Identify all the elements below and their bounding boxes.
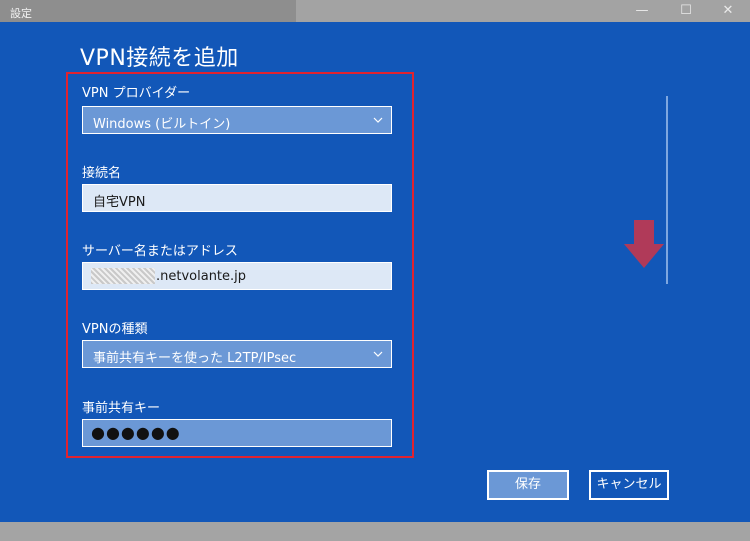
window-title: 設定: [10, 7, 32, 20]
minimize-button[interactable]: —: [624, 0, 660, 22]
cancel-button[interactable]: キャンセル: [589, 470, 669, 500]
titlebar-background: 設定: [0, 0, 296, 22]
server-label: サーバー名またはアドレス: [82, 244, 238, 259]
psk-label: 事前共有キー: [82, 401, 161, 416]
masked-text: [91, 268, 155, 284]
psk-input[interactable]: ●●●●●●: [82, 419, 392, 447]
down-arrow-icon: [624, 220, 664, 268]
maximize-button[interactable]: ☐: [668, 0, 704, 22]
vpn-type-value: 事前共有キーを使った L2TP/IPsec: [93, 351, 297, 366]
connection-name-value: 自宅VPN: [93, 195, 146, 210]
chevron-down-icon: [373, 351, 383, 357]
close-button[interactable]: ✕: [710, 0, 746, 22]
provider-label: VPN プロバイダー: [82, 86, 191, 101]
connection-name-input[interactable]: 自宅VPN: [82, 184, 392, 212]
chevron-down-icon: [373, 117, 383, 123]
server-input[interactable]: .netvolante.jp: [82, 262, 392, 290]
psk-value: ●●●●●●: [91, 423, 181, 442]
dialog-title: VPN接続を追加: [80, 46, 239, 71]
connection-name-label: 接続名: [82, 166, 122, 181]
vpn-type-label: VPNの種類: [82, 322, 148, 337]
vpn-dialog: VPN接続を追加 VPN プロバイダー Windows (ビルトイン) 接続名 …: [0, 22, 750, 522]
provider-dropdown[interactable]: Windows (ビルトイン): [82, 106, 392, 134]
scrollbar[interactable]: [666, 96, 668, 284]
vpn-type-dropdown[interactable]: 事前共有キーを使った L2TP/IPsec: [82, 340, 392, 368]
server-value-suffix: .netvolante.jp: [156, 269, 247, 284]
save-button[interactable]: 保存: [487, 470, 569, 500]
bottom-strip: [0, 522, 750, 541]
provider-value: Windows (ビルトイン): [93, 117, 231, 132]
